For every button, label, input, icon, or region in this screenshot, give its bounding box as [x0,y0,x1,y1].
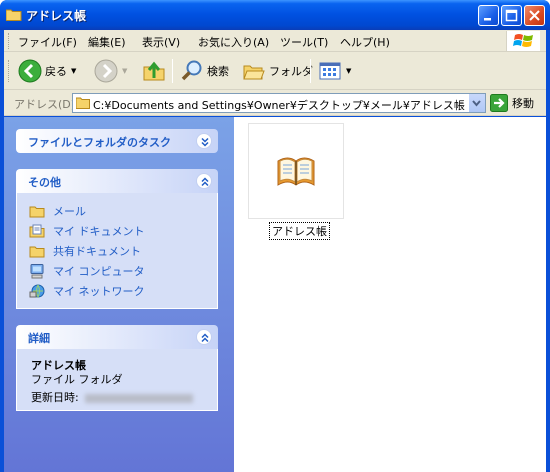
link-my-documents[interactable]: マイ ドキュメント [29,223,145,239]
folders-label: フォルダ [269,65,313,78]
link-mail[interactable]: メール [29,203,86,219]
other-places-header[interactable]: その他 [16,169,218,193]
link-shared-documents[interactable]: 共有ドキュメント [29,243,141,259]
menu-bar: ファイル(F) 編集(E) 表示(V) お気に入り(A) ツール(T) ヘルプ(… [4,30,546,52]
close-icon [529,10,540,21]
go-button[interactable]: 移動 [490,93,534,113]
forward-button[interactable]: ▼ [94,58,127,84]
views-dropdown-icon[interactable]: ▼ [346,67,351,75]
window-frame-right [546,30,550,472]
other-places-body: メール マイ ドキュメント 共有ドキュメント マイ コンピュータ マイ ネットワ… [16,193,218,309]
forward-arrow-icon [94,59,118,83]
chevron-down-icon [472,100,481,107]
details-title: 詳細 [28,332,50,345]
double-chevron-up-icon [201,333,209,343]
search-button[interactable]: 検索 [180,58,229,84]
views-button[interactable]: ▼ [318,58,351,84]
folder-icon [29,206,45,218]
link-label: 共有ドキュメント [53,245,141,258]
details-body: アドレス帳 ファイル フォルダ 更新日時: [16,349,218,411]
go-arrow-icon [490,94,508,112]
collapse-button[interactable] [196,173,212,189]
toolbar-separator [310,59,311,83]
minimize-button[interactable] [478,5,499,26]
menu-view[interactable]: 表示(V) [142,34,180,50]
windows-flag-icon [513,34,533,47]
maximize-button[interactable] [501,5,522,26]
my-network-icon [29,284,45,299]
back-dropdown-icon[interactable]: ▼ [71,67,76,75]
close-button[interactable] [524,5,545,26]
menu-tools[interactable]: ツール(T) [280,34,328,50]
folder-icon [76,97,90,109]
file-item-thumbnail[interactable] [248,123,344,219]
address-dropdown-button[interactable] [468,94,485,112]
explorer-window: アドレス帳 ファイル(F) 編集(E) 表示(V) お気に入り(A) ツール(T… [0,0,550,472]
back-arrow-icon [18,59,42,83]
up-folder-icon [143,61,165,81]
views-icon [319,62,341,80]
my-documents-icon [29,224,45,238]
toolbar-separator [172,59,173,83]
menu-file[interactable]: ファイル(F) [18,34,77,50]
toolbar-grip[interactable] [8,60,11,82]
link-my-computer[interactable]: マイ コンピュータ [29,263,145,279]
other-places-title: その他 [28,176,61,189]
menu-grip[interactable] [8,33,11,49]
details-modified: 更新日時: [31,389,193,405]
address-label: アドレス(D) [14,98,76,111]
back-label: 戻る [45,65,67,78]
tasks-panel-header[interactable]: ファイルとフォルダのタスク [16,129,218,153]
menu-edit[interactable]: 編集(E) [88,34,126,50]
details-type: ファイル フォルダ [31,373,123,386]
my-computer-icon [30,264,44,279]
collapse-button[interactable] [196,329,212,345]
file-list-view[interactable]: アドレス帳 [234,117,546,472]
address-bar: アドレス(D) C:¥Documents and Settings¥Owner¥… [4,90,546,116]
title-bar[interactable]: アドレス帳 [0,0,550,30]
task-pane: ファイルとフォルダのタスク その他 メール マイ ドキュメント 共有ドキュメント… [4,117,234,472]
details-header[interactable]: 詳細 [16,325,218,349]
address-book-icon [277,157,315,186]
up-folder-button[interactable] [142,58,166,84]
folder-icon [29,246,45,258]
forward-dropdown-icon[interactable]: ▼ [122,67,127,75]
standard-toolbar: 戻る ▼ ▼ 検索 フォルダ ▼ [4,52,546,90]
folders-icon [243,65,265,80]
search-icon [181,60,202,81]
redacted-date [84,393,193,403]
link-label: メール [53,205,86,218]
window-title: アドレス帳 [26,9,87,23]
maximize-icon [505,9,518,22]
address-path: C:¥Documents and Settings¥Owner¥デスクトップ¥メ… [93,99,465,112]
search-label: 検索 [207,65,229,78]
details-modified-label: 更新日時: [31,391,79,404]
menu-favorites[interactable]: お気に入り(A) [198,34,269,50]
expand-button[interactable] [196,133,212,149]
link-my-network[interactable]: マイ ネットワーク [29,283,145,299]
windows-logo [506,31,540,51]
back-button[interactable]: 戻る ▼ [18,58,76,84]
file-item-label[interactable]: アドレス帳 [269,222,330,240]
folder-icon [6,9,22,21]
minimize-icon [484,18,491,21]
double-chevron-down-icon [201,137,209,147]
link-label: マイ コンピュータ [53,265,145,278]
go-label: 移動 [512,97,534,110]
content-area: ファイルとフォルダのタスク その他 メール マイ ドキュメント 共有ドキュメント… [4,117,546,472]
link-label: マイ ドキュメント [53,225,145,238]
menu-help[interactable]: ヘルプ(H) [340,34,390,50]
folders-button[interactable]: フォルダ [242,58,313,84]
tasks-panel-title: ファイルとフォルダのタスク [28,136,171,149]
link-label: マイ ネットワーク [53,285,145,298]
double-chevron-up-icon [201,177,209,187]
address-input[interactable]: C:¥Documents and Settings¥Owner¥デスクトップ¥メ… [72,93,486,113]
